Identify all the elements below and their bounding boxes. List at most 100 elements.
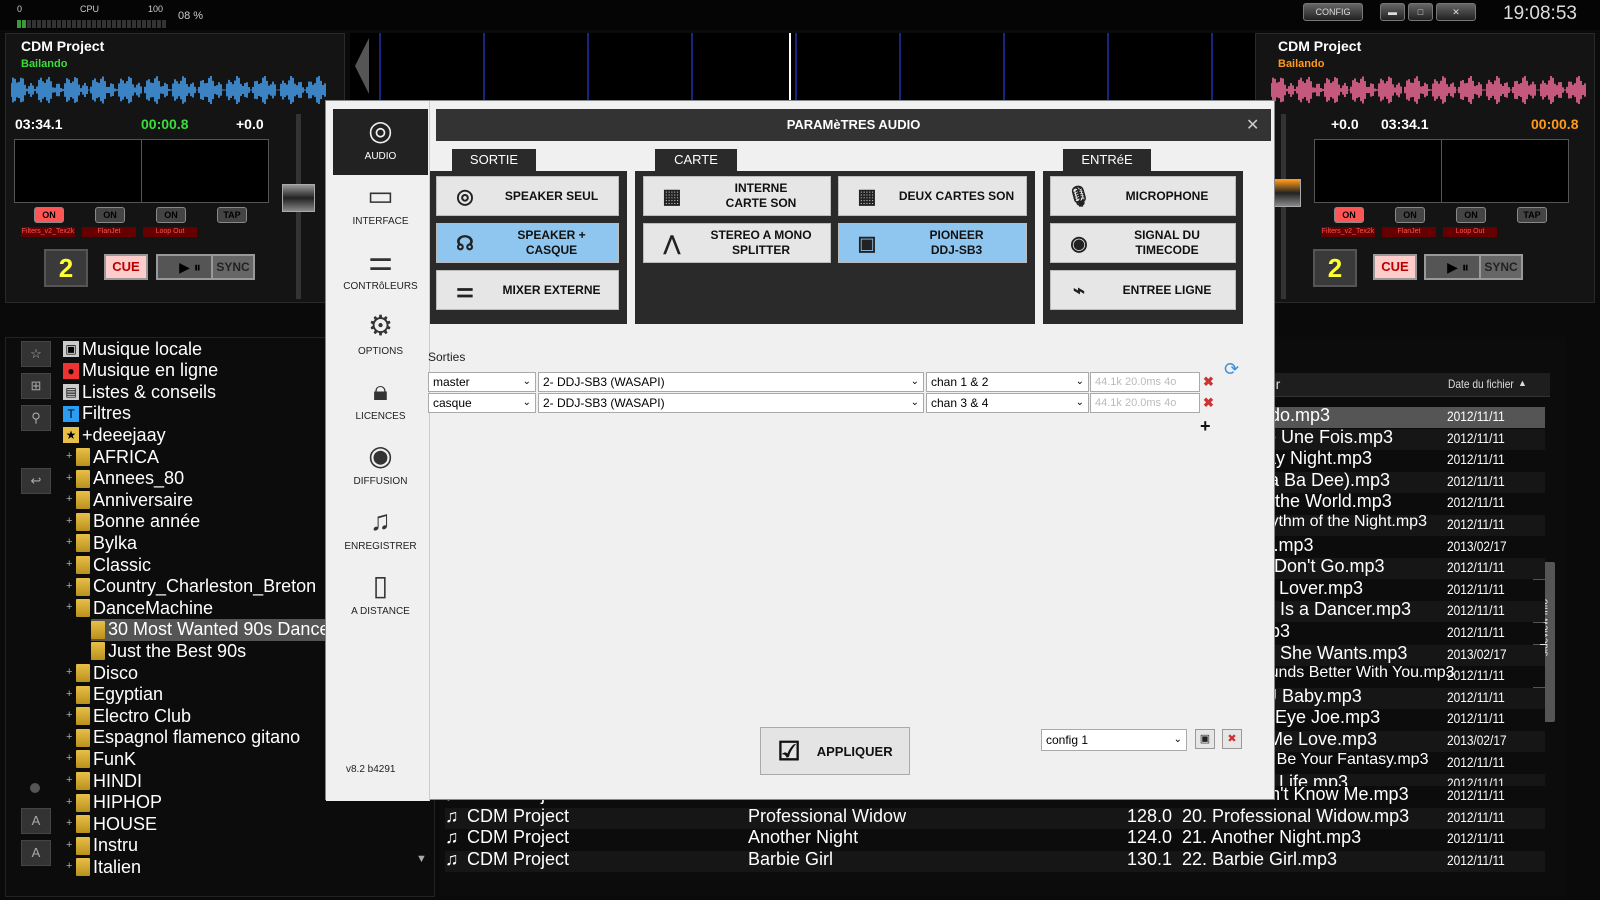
deck-right-pad-1[interactable]: [1314, 139, 1442, 203]
table-row[interactable]: (Da Ba Dee).mp3 2012/11/11: [1250, 470, 1545, 493]
tree-item[interactable]: Anniversaire: [76, 489, 193, 511]
deck-left-pitch-slider[interactable]: [282, 184, 315, 212]
tree-item[interactable]: ▣ Musique locale: [63, 338, 202, 360]
table-row[interactable]: nd the World.mp3 2012/11/11: [1250, 491, 1545, 515]
expand-icon[interactable]: +: [66, 558, 72, 570]
col-date-header[interactable]: Date du fichier: [1448, 377, 1514, 391]
deck-left-cue-button[interactable]: CUE: [104, 254, 148, 280]
expand-icon[interactable]: +: [66, 688, 72, 700]
minimize-button[interactable]: ▬: [1380, 3, 1405, 21]
deck-right-sync-button[interactable]: SYNC: [1479, 254, 1523, 280]
apply-button[interactable]: ☑ APPLIQUER: [760, 727, 910, 775]
table-row[interactable]: w Me Love.mp3 2013/02/17: [1250, 729, 1545, 752]
nav-remote[interactable]: ▯ A DISTANCE: [333, 564, 428, 630]
dialog-close-icon[interactable]: ✕: [1246, 115, 1259, 135]
table-row[interactable]: ando.mp3 2012/11/11: [1250, 405, 1545, 428]
deck-right-pad-2[interactable]: [1441, 139, 1569, 203]
table-row[interactable]: ♫ CDM Project Professional Widow 128.0 20. P…: [445, 806, 1545, 829]
config-button[interactable]: CONFIG: [1303, 3, 1363, 21]
opt-splitter[interactable]: ⋀ STEREO A MONO SPLITTER: [643, 223, 831, 263]
deck-left-sync-button[interactable]: SYNC: [211, 254, 255, 280]
font-size-up-icon[interactable]: A: [21, 808, 51, 834]
deck-left-eff3-on[interactable]: ON: [156, 207, 186, 223]
tree-item[interactable]: Classic: [76, 554, 151, 576]
table-row[interactable]: hm Is a Dancer.mp3 2012/11/11: [1250, 599, 1545, 623]
deck-right-cue-button[interactable]: CUE: [1373, 254, 1417, 280]
deck-right-number[interactable]: 2: [1313, 249, 1357, 287]
expand-icon[interactable]: +: [66, 472, 72, 484]
expand-icon[interactable]: +: [66, 709, 72, 721]
table-row[interactable]: hat She Wants.mp3 2013/02/17: [1250, 643, 1545, 666]
tree-item[interactable]: FunK: [76, 748, 136, 770]
expand-icon[interactable]: +: [66, 752, 72, 764]
table-row[interactable]: '98.mp3 2013/02/17: [1250, 535, 1545, 558]
output-2-device[interactable]: 2- DDJ-SB3 (WASAPI) ⌄: [538, 393, 924, 413]
opt-speaker-seul[interactable]: ◎ SPEAKER SEUL: [436, 176, 619, 216]
remove-output-1-icon[interactable]: ✖: [1203, 374, 1214, 390]
nav-controllers[interactable]: ⚌ CONTRôLEURS: [333, 239, 428, 305]
deck-right-waveform[interactable]: [1271, 76, 1586, 104]
tree-item[interactable]: HIPHOP: [76, 792, 162, 814]
scroll-left-icon[interactable]: [355, 38, 369, 94]
expand-icon[interactable]: +: [66, 817, 72, 829]
maximize-button[interactable]: □: [1408, 3, 1433, 21]
output-2-name[interactable]: casque ⌄: [428, 393, 536, 413]
deck-right-eff1-on[interactable]: ON: [1334, 207, 1364, 223]
nav-broadcast[interactable]: ◉ DIFFUSION: [333, 434, 428, 500]
tree-item[interactable]: Italien: [76, 856, 141, 878]
tree-item[interactable]: HINDI: [76, 770, 142, 792]
tree-item[interactable]: Electro Club: [76, 705, 191, 727]
deck-left-waveform[interactable]: [11, 76, 326, 104]
expand-icon[interactable]: +: [66, 515, 72, 527]
expand-icon[interactable]: +: [66, 860, 72, 872]
tree-item[interactable]: Bylka: [76, 532, 137, 554]
table-row[interactable]: on Eye Joe.mp3 2012/11/11: [1250, 707, 1545, 731]
opt-entree-ligne[interactable]: ⌁ ENTREE LIGNE: [1050, 270, 1236, 310]
nav-audio[interactable]: ◎ AUDIO: [333, 109, 428, 175]
nav-licences[interactable]: 🔒︎ LICENCES: [333, 369, 428, 435]
table-row[interactable]: Rhythm of the Night.mp3 2012/11/11: [1250, 513, 1545, 536]
expand-icon[interactable]: +: [66, 493, 72, 505]
nav-options[interactable]: ⚙ OPTIONS: [333, 304, 428, 370]
tree-item[interactable]: Annees_80: [76, 468, 184, 490]
expand-icon[interactable]: +: [66, 450, 72, 462]
remove-output-2-icon[interactable]: ✖: [1203, 395, 1214, 411]
opt-pioneer[interactable]: ▣ PIONEER DDJ-SB3: [838, 223, 1027, 263]
output-1-device[interactable]: 2- DDJ-SB3 (WASAPI) ⌄: [538, 372, 924, 392]
tree-item[interactable]: T Filtres: [63, 403, 131, 425]
table-row[interactable]: y U Baby.mp3 2012/11/11: [1250, 686, 1545, 709]
expand-icon[interactable]: +: [66, 536, 72, 548]
table-row[interactable]: ♫ CDM Project Barbie Girl 130.1 22. Barbie G…: [445, 849, 1545, 872]
save-config-icon[interactable]: ▣: [1195, 729, 1215, 749]
tree-item[interactable]: DanceMachine: [76, 597, 213, 619]
expand-icon[interactable]: +: [66, 580, 72, 592]
deck-right-tap[interactable]: TAP: [1517, 207, 1547, 223]
table-row[interactable]: Sounds Better With You.mp3 2012/11/11: [1250, 664, 1545, 688]
nav-record[interactable]: ♫ ENREGISTRER: [333, 499, 428, 565]
deck-left-eff1-on[interactable]: ON: [34, 207, 64, 223]
expand-icon[interactable]: +: [66, 839, 72, 851]
back-icon[interactable]: ↩: [21, 468, 51, 494]
table-row[interactable]: ♫ CDM Project Another Night 124.0 21. Anothe…: [445, 827, 1545, 851]
tree-item[interactable]: ★ +deeejaay: [63, 424, 166, 446]
tree-item[interactable]: Bonne année: [76, 511, 200, 533]
opt-timecode[interactable]: ◉ SIGNAL DU TIMECODE: [1050, 223, 1236, 263]
favorites-icon[interactable]: ☆: [21, 341, 51, 367]
deck-left-number[interactable]: 2: [44, 249, 88, 287]
scroll-down-icon[interactable]: ▼: [416, 853, 427, 865]
table-row[interactable]: se Don't Go.mp3 2012/11/11: [1250, 556, 1545, 580]
config-select[interactable]: config 1 ⌄: [1041, 729, 1187, 751]
output-2-channel[interactable]: chan 3 & 4 ⌄: [926, 393, 1089, 413]
table-row[interactable]: rday Night.mp3 2012/11/11: [1250, 448, 1545, 472]
tree-item[interactable]: Egyptian: [76, 684, 163, 706]
tree-item[interactable]: Just the Best 90s: [91, 640, 246, 662]
output-1-channel[interactable]: chan 1 & 2 ⌄: [926, 372, 1089, 392]
deck-left-eff2-on[interactable]: ON: [95, 207, 125, 223]
delete-config-icon[interactable]: ✖: [1222, 729, 1242, 749]
deck-left-pad-2[interactable]: [141, 139, 269, 203]
deck-right-eff3-on[interactable]: ON: [1456, 207, 1486, 223]
table-row[interactable]: My Lover.mp3 2012/11/11: [1250, 578, 1545, 601]
expand-icon[interactable]: +: [66, 796, 72, 808]
close-app-button[interactable]: ✕: [1436, 3, 1476, 21]
tree-item[interactable]: HOUSE: [76, 813, 157, 835]
